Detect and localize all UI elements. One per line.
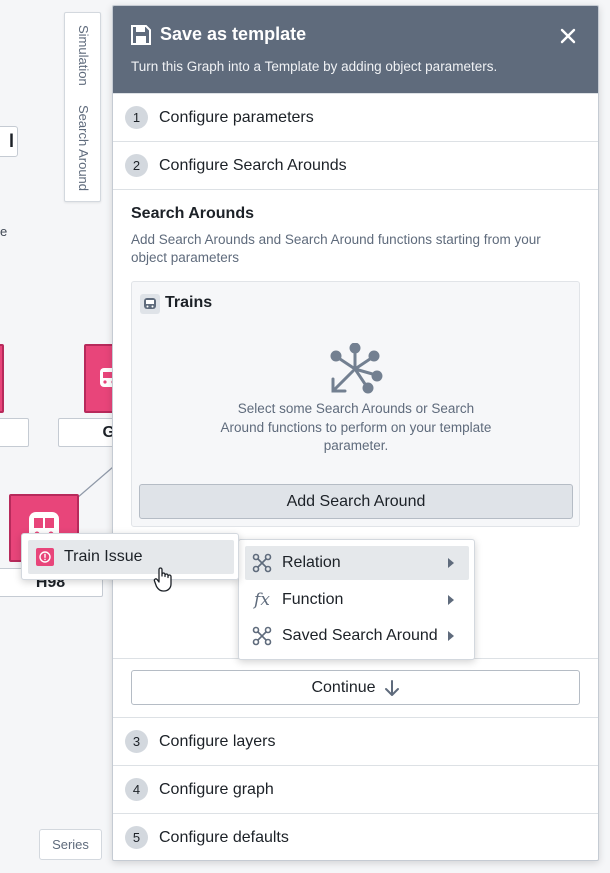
menu-item-function[interactable]: fx Function [245,583,469,617]
graph-side-tabs: Simulation Search Around [64,12,101,202]
step-label: Configure defaults [159,828,289,846]
continue-button[interactable]: Continue [131,670,580,705]
search-around-icon [251,625,273,647]
train-icon [140,294,160,314]
add-search-around-button[interactable]: Add Search Around [139,484,573,519]
caret-right-icon [448,558,454,568]
menu-item-saved-search-around[interactable]: Saved Search Around [245,619,469,653]
step-configure-parameters[interactable]: 1 Configure parameters [113,93,598,141]
add-search-around-label: Add Search Around [286,492,426,510]
arrow-down-icon [384,679,399,696]
panel-header: Save as template Turn this Graph into a … [113,6,598,93]
series-button[interactable]: Series [39,829,102,860]
relation-icon [251,552,273,574]
series-button-label: Series [52,837,89,852]
graph-node-clipped-label [0,418,29,447]
tab-search-around[interactable]: Search Around [65,105,102,191]
relation-submenu: Train Issue [21,533,239,580]
step-label: Configure graph [159,780,274,798]
step-configure-search-arounds[interactable]: 2 Configure Search Arounds [113,141,598,189]
section-title: Search Arounds [131,205,254,222]
empty-state-text: Select some Search Arounds or Search Aro… [220,401,492,453]
tab-search-around-label: Search Around [76,105,91,192]
tab-simulation-label: Simulation [76,25,91,86]
menu-item-label: Saved Search Around [282,627,438,644]
menu-item-relation[interactable]: Relation [245,546,469,580]
save-icon [131,25,151,45]
canvas-chip[interactable]: l [0,126,18,157]
step-label: Configure layers [159,732,276,750]
step-configure-layers[interactable]: 3 Configure layers [113,717,598,765]
save-as-template-panel: Save as template Turn this Graph into a … [112,5,599,861]
caret-right-icon [448,595,454,605]
graph-edge [76,466,114,499]
trains-parameter-card: Trains Select some Search Arounds or Sea… [131,281,580,527]
section-description: Add Search Arounds and Search Around fun… [131,232,541,265]
step-label: Configure parameters [159,108,314,126]
menu-item-label: Function [282,591,344,608]
continue-label: Continue [311,678,376,696]
issue-icon [36,548,54,566]
menu-item-label: Relation [282,554,341,571]
step-number: 5 [125,826,148,849]
search-around-menu: Relation fx Function Saved Search Around [238,539,475,660]
submenu-item-train-issue[interactable]: Train Issue [28,540,234,574]
search-around-icon [330,343,383,394]
step-label: Configure Search Arounds [159,156,347,174]
tab-simulation[interactable]: Simulation [65,25,102,86]
close-icon[interactable] [557,25,579,47]
step-number: 2 [125,154,148,177]
step-number: 3 [125,730,148,753]
step-divider [113,189,598,190]
step-number: 4 [125,778,148,801]
step-configure-graph[interactable]: 4 Configure graph [113,765,598,813]
panel-title: Save as template [160,24,307,44]
step-configure-defaults[interactable]: 5 Configure defaults [113,813,598,860]
graph-node-clipped[interactable] [0,344,4,413]
panel-subtitle: Turn this Graph into a Template by addin… [131,59,498,74]
canvas-chip-label: l [8,131,14,151]
submenu-item-label: Train Issue [64,548,143,565]
card-title: Trains [165,294,213,311]
function-icon: fx [254,590,270,610]
hand-cursor-icon [153,567,172,592]
step-number: 1 [125,106,148,129]
caret-right-icon [448,631,454,641]
canvas-clipped-text: e [0,224,8,239]
